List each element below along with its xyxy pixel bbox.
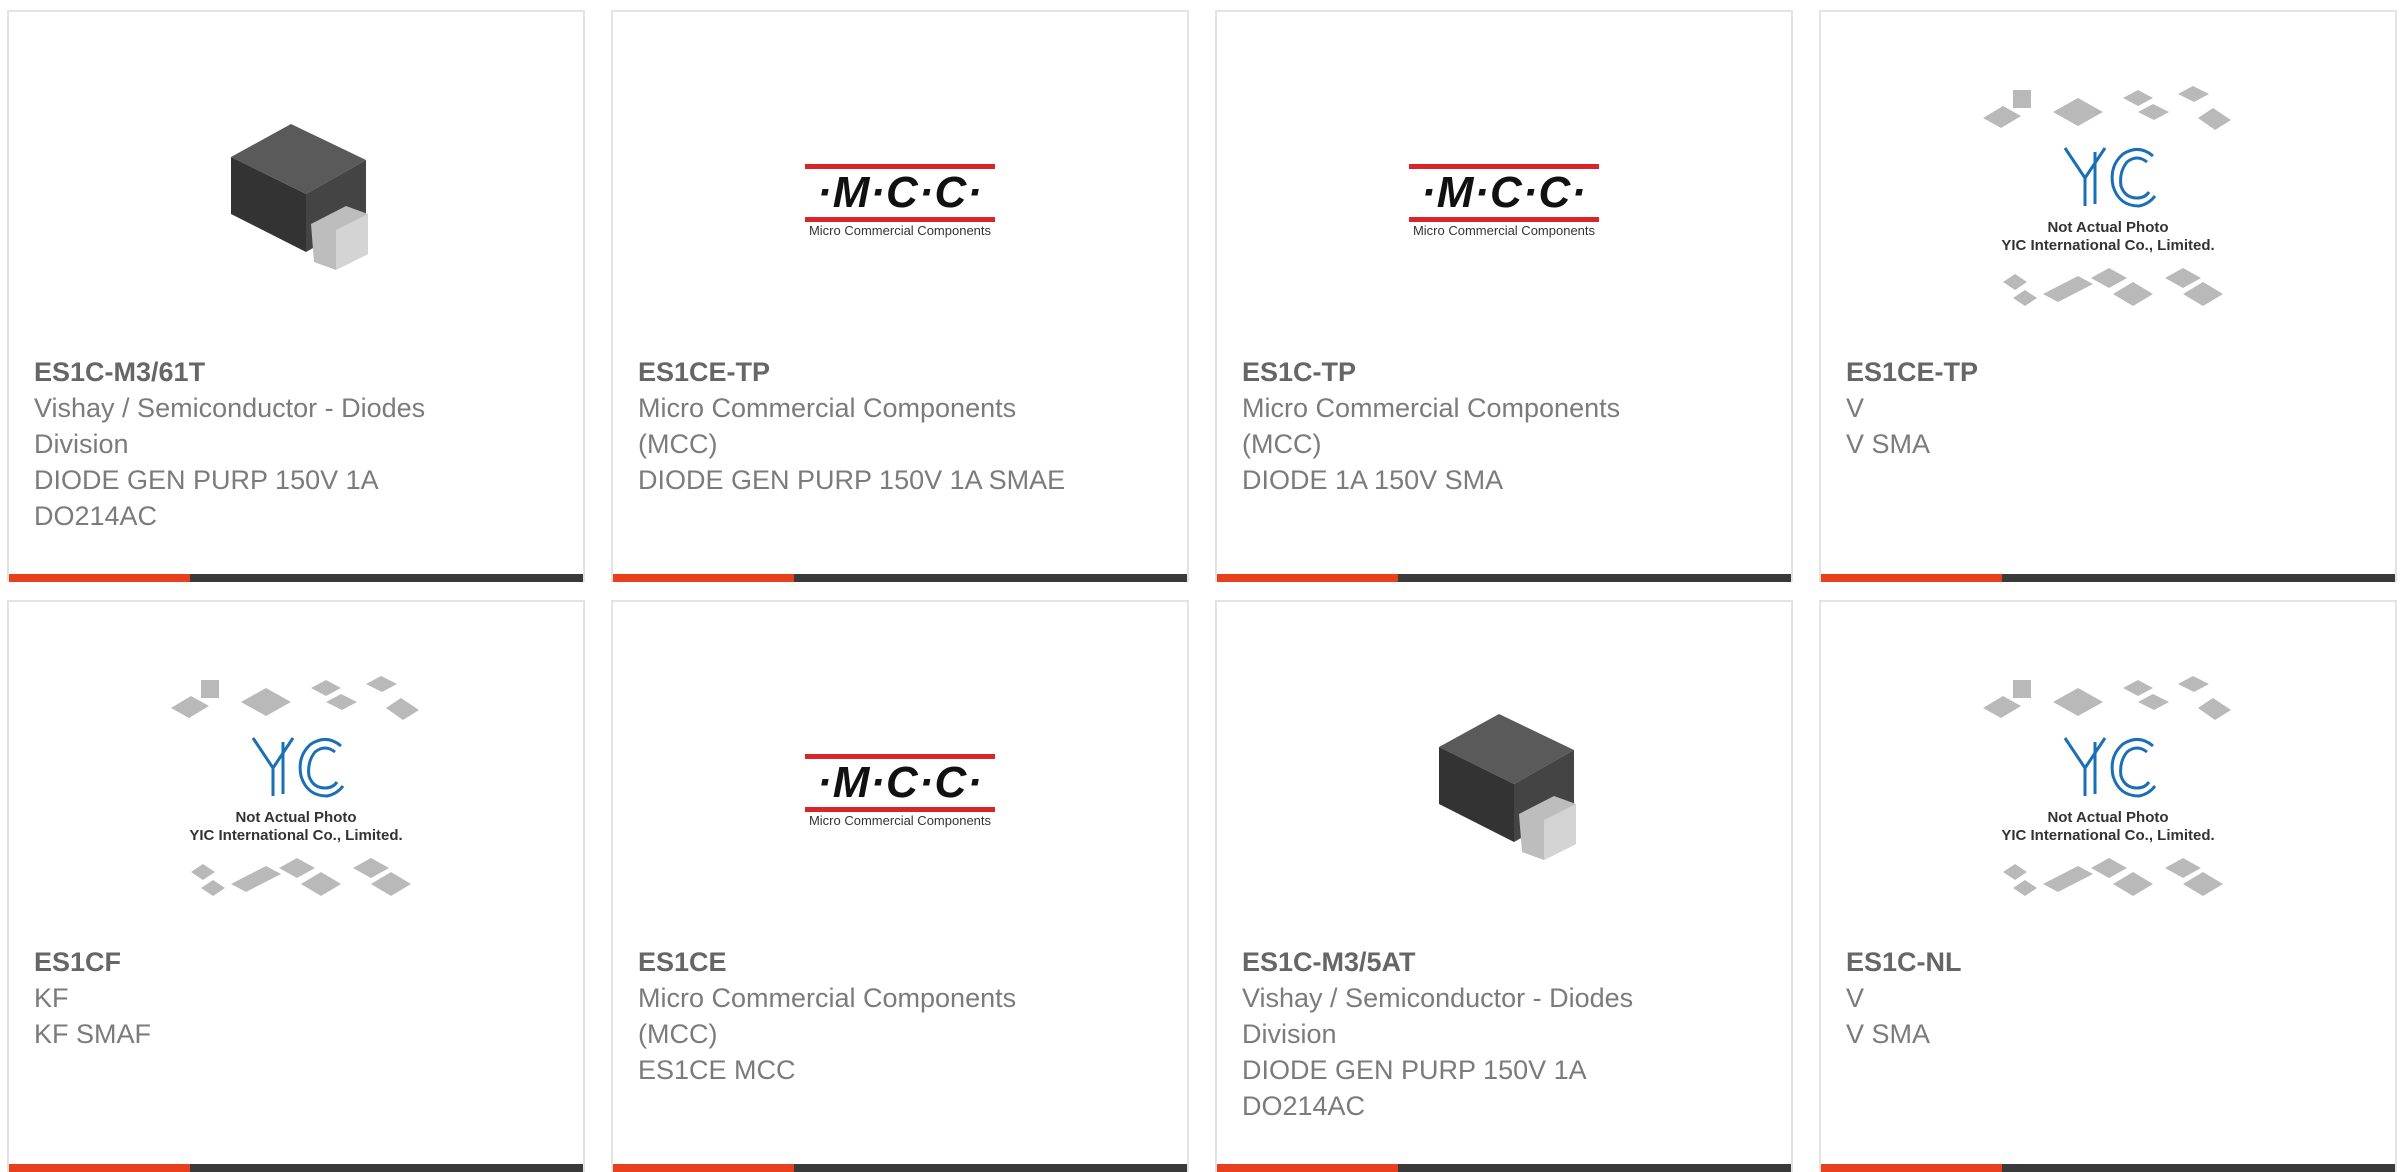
mcc-logo-icon: ·M·C·C· Micro Commercial Components xyxy=(1404,164,1604,240)
card-accent-bar xyxy=(9,574,190,582)
yic-line2: YIC International Co., Limited. xyxy=(2001,237,2214,254)
product-image: ·M·C·C· Micro Commercial Components xyxy=(613,72,1187,332)
product-card[interactable]: Not Actual Photo YIC International Co., … xyxy=(7,600,585,1172)
card-bottom-bar xyxy=(1217,574,1791,582)
description: DIODE GEN PURP 150V 1A DO214AC xyxy=(1242,1055,1586,1121)
product-info: ES1C-NL V V SMA xyxy=(1846,944,2286,1052)
product-info: ES1C-TP Micro Commercial Components (MCC… xyxy=(1242,354,1682,498)
product-image: ·M·C·C· Micro Commercial Components xyxy=(1217,72,1791,332)
product-card[interactable]: ·M·C·C· Micro Commercial Components ES1C… xyxy=(611,600,1189,1172)
product-info: ES1CF KF KF SMAF xyxy=(34,944,474,1052)
part-number[interactable]: ES1CE xyxy=(638,944,1078,980)
description: V SMA xyxy=(1846,1019,1931,1049)
diode-package-icon xyxy=(1404,692,1604,892)
manufacturer: Vishay / Semiconductor - Diodes Division xyxy=(1242,983,1634,1049)
product-info: ES1CE-TP V V SMA xyxy=(1846,354,2286,462)
description: DIODE GEN PURP 150V 1A DO214AC xyxy=(34,465,378,531)
yic-line2: YIC International Co., Limited. xyxy=(2001,827,2214,844)
card-bottom-bar xyxy=(9,1164,583,1172)
manufacturer: Vishay / Semiconductor - Diodes Division xyxy=(34,393,426,459)
product-image: Not Actual Photo YIC International Co., … xyxy=(9,662,583,922)
product-image xyxy=(1217,662,1791,922)
description: DIODE GEN PURP 150V 1A SMAE xyxy=(638,465,1066,495)
card-accent-bar xyxy=(1821,574,2002,582)
mcc-logo-tagline: Micro Commercial Components xyxy=(808,813,992,828)
manufacturer: KF xyxy=(34,983,69,1013)
product-grid: ES1C-M3/61T Vishay / Semiconductor - Dio… xyxy=(0,0,2400,1172)
card-bottom-bar xyxy=(613,574,1187,582)
product-card[interactable]: ES1C-M3/5AT Vishay / Semiconductor - Dio… xyxy=(1215,600,1793,1172)
product-image xyxy=(9,72,583,332)
manufacturer: Micro Commercial Components (MCC) xyxy=(638,983,1017,1049)
product-info: ES1CE-TP Micro Commercial Components (MC… xyxy=(638,354,1078,498)
description: ES1CE MCC xyxy=(638,1055,796,1085)
card-bottom-bar xyxy=(1821,1164,2395,1172)
part-number[interactable]: ES1C-NL xyxy=(1846,944,2286,980)
mcc-logo-icon: ·M·C·C· Micro Commercial Components xyxy=(800,164,1000,240)
mcc-logo-letters: ·M·C·C· xyxy=(1421,168,1587,217)
card-accent-bar xyxy=(613,1164,794,1172)
yic-placeholder-icon: Not Actual Photo YIC International Co., … xyxy=(171,676,419,896)
yic-placeholder-icon: Not Actual Photo YIC International Co., … xyxy=(1983,676,2231,896)
yic-line2: YIC International Co., Limited. xyxy=(189,827,402,844)
mcc-logo-tagline: Micro Commercial Components xyxy=(808,223,992,238)
card-accent-bar xyxy=(1821,1164,2002,1172)
diode-package-icon xyxy=(196,102,396,302)
product-card[interactable]: ·M·C·C· Micro Commercial Components ES1C… xyxy=(1215,10,1793,582)
card-bottom-bar xyxy=(9,574,583,582)
part-number[interactable]: ES1CF xyxy=(34,944,474,980)
card-accent-bar xyxy=(1217,574,1398,582)
card-accent-bar xyxy=(1217,1164,1398,1172)
part-number[interactable]: ES1C-M3/61T xyxy=(34,354,474,390)
product-image: ·M·C·C· Micro Commercial Components xyxy=(613,662,1187,922)
part-number[interactable]: ES1C-M3/5AT xyxy=(1242,944,1682,980)
product-image: Not Actual Photo YIC International Co., … xyxy=(1821,72,2395,332)
product-card[interactable]: Not Actual Photo YIC International Co., … xyxy=(1819,600,2397,1172)
card-accent-bar xyxy=(9,1164,190,1172)
description: DIODE 1A 150V SMA xyxy=(1242,465,1504,495)
description: KF SMAF xyxy=(34,1019,152,1049)
card-bottom-bar xyxy=(1821,574,2395,582)
mcc-logo-tagline: Micro Commercial Components xyxy=(1412,223,1596,238)
product-card[interactable]: ·M·C·C· Micro Commercial Components ES1C… xyxy=(611,10,1189,582)
card-accent-bar xyxy=(613,574,794,582)
manufacturer: Micro Commercial Components (MCC) xyxy=(1242,393,1621,459)
product-info: ES1CE Micro Commercial Components (MCC) … xyxy=(638,944,1078,1088)
manufacturer: V xyxy=(1846,983,1865,1013)
part-number[interactable]: ES1CE-TP xyxy=(638,354,1078,390)
card-bottom-bar xyxy=(613,1164,1187,1172)
part-number[interactable]: ES1CE-TP xyxy=(1846,354,2286,390)
yic-line1: Not Actual Photo xyxy=(2047,219,2168,236)
product-image: Not Actual Photo YIC International Co., … xyxy=(1821,662,2395,922)
yic-line1: Not Actual Photo xyxy=(235,809,356,826)
part-number[interactable]: ES1C-TP xyxy=(1242,354,1682,390)
card-bottom-bar xyxy=(1217,1164,1791,1172)
mcc-logo-letters: ·M·C·C· xyxy=(817,758,983,807)
product-card[interactable]: ES1C-M3/61T Vishay / Semiconductor - Dio… xyxy=(7,10,585,582)
manufacturer: Micro Commercial Components (MCC) xyxy=(638,393,1017,459)
mcc-logo-icon: ·M·C·C· Micro Commercial Components xyxy=(800,754,1000,830)
product-info: ES1C-M3/61T Vishay / Semiconductor - Dio… xyxy=(34,354,474,534)
yic-placeholder-icon: Not Actual Photo YIC International Co., … xyxy=(1983,86,2231,306)
product-card[interactable]: Not Actual Photo YIC International Co., … xyxy=(1819,10,2397,582)
product-info: ES1C-M3/5AT Vishay / Semiconductor - Dio… xyxy=(1242,944,1682,1124)
mcc-logo-letters: ·M·C·C· xyxy=(817,168,983,217)
yic-line1: Not Actual Photo xyxy=(2047,809,2168,826)
manufacturer: V xyxy=(1846,393,1865,423)
description: V SMA xyxy=(1846,429,1931,459)
